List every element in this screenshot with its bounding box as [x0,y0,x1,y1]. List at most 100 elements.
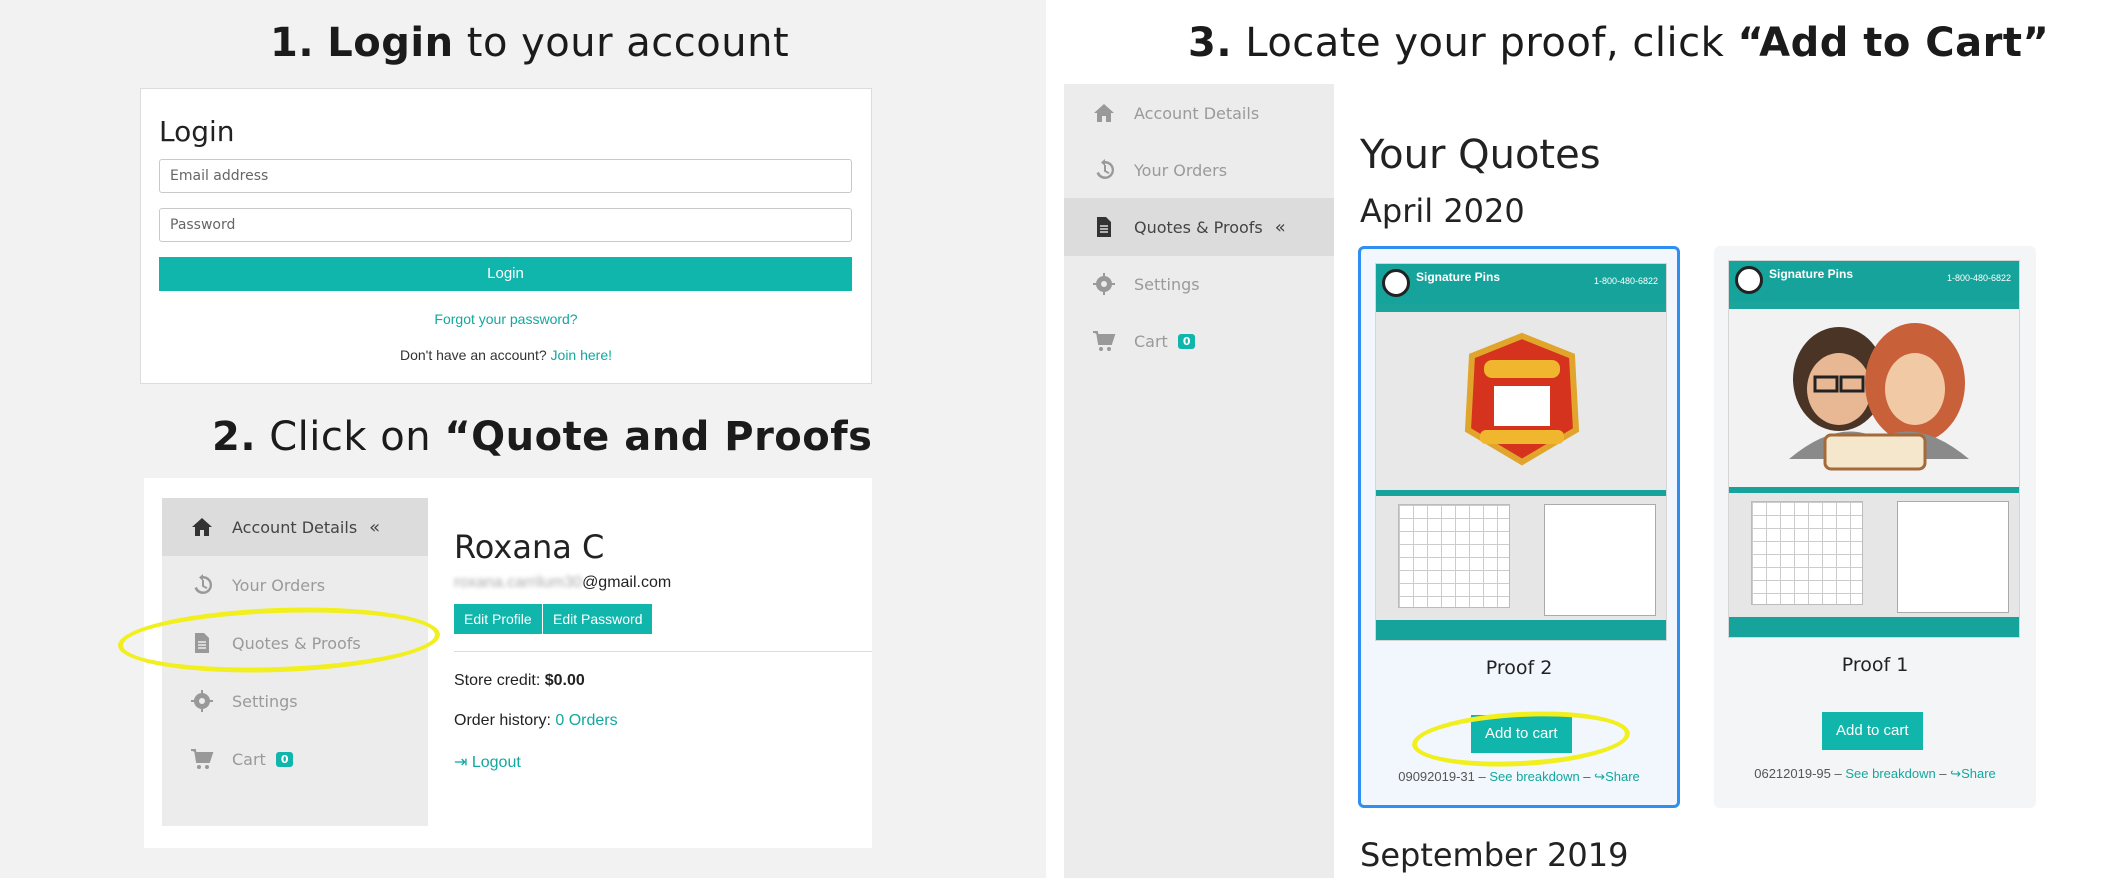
sidebar-item-label: Settings [232,691,298,711]
step3-bold: “Add to Cart” [1737,20,2050,66]
edit-password-button[interactable]: Edit Password [543,604,653,634]
order-history-link[interactable]: 0 Orders [555,712,617,729]
step1-text: to your account [453,20,790,66]
logout-link[interactable]: Logout [472,754,521,771]
logout-icon: ⇥ [454,754,468,771]
month-heading: September 2019 [1360,836,1629,874]
step1-number: 1. [270,20,315,66]
separator: – [1474,769,1490,784]
step2-title: 2. Click on “Quote and Proofs [212,414,872,460]
edit-profile-button[interactable]: Edit Profile [454,604,542,634]
sidebar-item-label: Account Details [232,517,358,537]
share-link[interactable]: Share [1961,766,1996,781]
sidebar-item-cart[interactable]: Cart 0 [162,730,428,788]
sidebar-item-quotes-proofs[interactable]: Quotes & Proofs « [1064,198,1334,256]
home-icon [188,513,216,541]
separator: – [1830,766,1846,781]
cart-icon [188,745,216,773]
gear-icon [1090,270,1118,298]
cart-icon [1090,327,1118,355]
share-icon: ↪ [1950,766,1962,781]
email-field[interactable]: Email address [159,159,852,193]
step3-text: Locate your proof, click [1232,20,1738,66]
sidebar-item-label: Account Details [1134,103,1260,123]
password-field[interactable]: Password [159,208,852,242]
separator: – [1935,766,1951,781]
color-table [1544,504,1656,616]
separator: – [1579,769,1595,784]
step3-title: 3. Locate your proof, click “Add to Cart… [1188,20,2049,66]
quotes-sidebar: Account Details Your Orders Quotes & Pro… [1064,84,1334,878]
proof-band [1376,304,1666,312]
sidebar-item-label: Your Orders [1134,160,1228,180]
proof-phone: 1-800-480-6822 [1593,276,1658,286]
proof-footer [1729,617,2019,637]
document-icon [1090,213,1118,241]
sidebar-item-settings[interactable]: Settings [162,672,428,730]
store-credit: Store credit: $0.00 [454,672,585,690]
history-icon [1090,156,1118,184]
share-icon: ↪ [1594,769,1606,784]
share-link[interactable]: Share [1605,769,1640,784]
cart-badge: 0 [275,751,294,767]
home-icon [1090,99,1118,127]
see-breakdown-link[interactable]: See breakdown [1489,769,1579,784]
store-credit-label: Store credit: [454,672,541,689]
store-credit-value: $0.00 [544,672,585,689]
sidebar-item-label: Your Orders [232,575,326,595]
quotes-heading: Your Quotes [1360,132,1601,178]
forgot-password-link[interactable]: Forgot your password? [141,311,871,327]
no-account-text: Don't have an account? [399,347,547,363]
email-blurred: roxana.carrilum30 [454,574,583,591]
signup-text: Don't have an account? Join here! [141,347,871,363]
sidebar-item-your-orders[interactable]: Your Orders [162,556,428,614]
proof-lower [1729,493,2019,617]
join-link[interactable]: Join here! [551,347,612,363]
step1-title: 1. Login to your account [270,20,789,66]
proof-id: 06212019-95 [1754,766,1831,781]
signature-pins-logo-icon [1382,269,1410,297]
history-icon [188,571,216,599]
step2-bold: “Quote and Proofs [444,414,873,460]
pin-artwork [1464,332,1580,466]
proof-band [1729,301,2019,309]
step1-bold: Login [327,20,454,66]
cart-badge: 0 [1177,333,1196,349]
email-domain: @gmail.com [582,574,672,591]
proof-phone: 1-800-480-6822 [1946,273,2011,283]
sidebar-item-account-details[interactable]: Account Details « [162,498,428,556]
sidebar-item-cart[interactable]: Cart 0 [1064,312,1334,370]
month-heading: April 2020 [1360,192,1525,230]
proof-header: Signature Pins 1-800-480-6822 [1729,261,2019,301]
order-history: Order history: 0 Orders [454,712,618,730]
profile-name: Roxana C [454,528,605,566]
proof-meta: 06212019-95 – See breakdown – ↪Share [1714,766,2036,782]
proof-image[interactable]: Signature Pins 1-800-480-6822 [1375,263,1667,641]
signature-pins-logo-icon [1735,266,1763,294]
login-card: Login Email address Password Login Forgo… [140,88,872,384]
login-heading: Login [159,115,235,148]
sidebar-item-label: Settings [1134,274,1200,294]
chevron-icon: « [369,516,381,538]
proof-image[interactable]: Signature Pins 1-800-480-6822 [1728,260,2020,638]
proof-footer [1376,620,1666,640]
proof-view [1376,312,1666,490]
sidebar-item-label: Quotes & Proofs [1134,217,1263,237]
add-to-cart-button[interactable]: Add to cart [1822,712,1923,750]
sidebar-item-your-orders[interactable]: Your Orders [1064,141,1334,199]
proof-card[interactable]: Signature Pins 1-800-480-6822 Proof 1 Ad… [1714,246,2036,808]
pin-artwork [1789,323,1969,471]
logout-line: ⇥ Logout [454,752,521,772]
chevron-icon: « [1274,216,1286,238]
sidebar-item-settings[interactable]: Settings [1064,255,1334,313]
see-breakdown-link[interactable]: See breakdown [1845,766,1935,781]
sidebar-item-label: Cart [1134,331,1168,351]
step2-number: 2. [212,414,257,460]
proof-meta: 09092019-31 – See breakdown – ↪Share [1361,769,1677,785]
sidebar-item-account-details[interactable]: Account Details [1064,84,1334,142]
proof-view [1729,309,2019,487]
login-button[interactable]: Login [159,257,852,291]
profile-email: roxana.carrilum30@gmail.com [454,574,671,592]
sidebar-item-label: Cart [232,749,266,769]
proof-label: Proof 1 [1841,654,1909,676]
